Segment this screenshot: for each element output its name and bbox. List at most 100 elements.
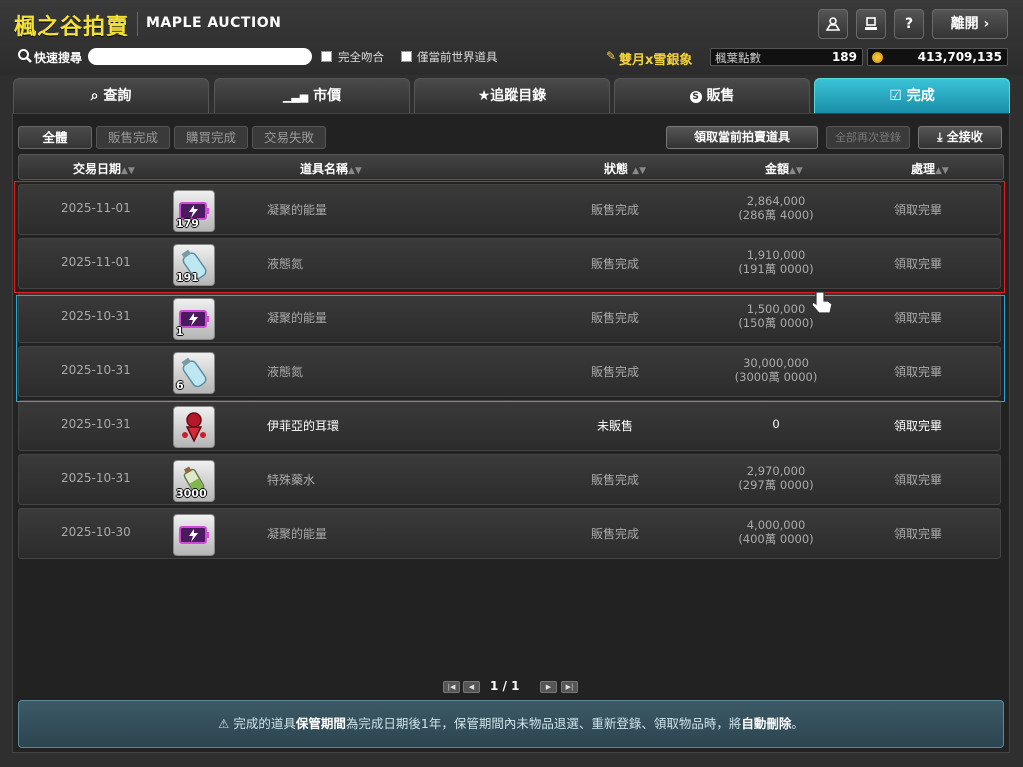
tab-search[interactable]: ⌕ 查詢 [13,78,209,113]
trade-status: 販售完成 [591,527,640,541]
filter-failed[interactable]: 交易失敗 [252,126,326,149]
exit-button[interactable]: 離開 › [932,9,1008,39]
highlight-box-blue [16,295,1005,402]
claim-status: 領取完畢 [894,473,943,487]
mesos-value: 413,709,135 [917,50,1002,64]
trade-status: 販售完成 [591,473,640,487]
current-world-checkbox[interactable] [401,51,412,62]
sort-icon: ▲▼ [121,166,135,176]
column-date[interactable]: 交易日期▲▼ [73,160,135,177]
column-label: 金額 [765,162,790,176]
search-icon: ⌕ [90,88,99,104]
character-button[interactable] [818,9,848,39]
exact-match-checkbox[interactable] [321,51,332,62]
claim-current-button[interactable]: 領取當前拍賣道具 [666,126,818,149]
potion-icon: 3000 [173,460,215,502]
maple-points-box: 楓葉點數 189 [710,48,863,66]
last-page-button[interactable]: ▶| [561,681,578,693]
sort-icon: ▲▼ [789,166,803,176]
tab-label: 查詢 [103,88,132,104]
notice-highlight: 自動刪除 [741,716,792,731]
sort-icon: ▲▼ [348,166,362,176]
download-icon: ⤓ [937,130,943,144]
hand-cursor-icon [811,291,833,314]
claim-status: 領取完畢 [894,527,943,541]
column-item-name[interactable]: 道具名稱▲▼ [300,160,362,177]
sort-icon: ▲▼ [632,166,647,176]
storage-icon [865,17,877,30]
tab-watchlist[interactable]: ★追蹤目錄 [414,78,610,113]
storage-notice: ⚠ 完成的道具保管期間為完成日期後1年，保管期間內未物品退選、重新登錄、領取物品… [18,700,1004,748]
notice-text: 為完成日期後1年，保管期間內未物品退選、重新登錄、領取物品時，將 [345,716,742,731]
amount-breakdown: (400萬 0000) [738,532,814,546]
tab-label: 市價 [313,88,342,104]
title-divider [137,12,138,36]
maple-points-label: 楓葉點數 [715,51,761,65]
character-icon [825,17,841,31]
tab-completed[interactable]: ☑ 完成 [814,78,1010,113]
checkbox-icon: ☑ [889,88,902,104]
claim-all-button[interactable]: ⤓ 全接收 [918,126,1002,149]
amount-value: 4,000,000 [746,518,806,532]
tab-label: 完成 [906,88,935,104]
red-earring-icon [173,406,215,448]
first-page-button[interactable]: |◀ [443,681,460,693]
maple-points-value: 189 [831,50,857,64]
item-quantity: 3000 [176,487,207,500]
table-row[interactable]: 2025-10-31 3000 特殊藥水 販售完成 2,970,000 (297萬… [18,454,1001,505]
mesos-box: 413,709,135 [867,48,1008,66]
search-label: 快速搜尋 [34,51,83,65]
column-status[interactable]: 狀態 ▲▼ [604,160,646,177]
item-name: 特殊藥水 [267,473,316,487]
notice-highlight: 保管期間 [295,716,346,731]
trade-amount: 2,970,000 (297萬 0000) [716,464,836,492]
coin-icon: S [689,91,702,103]
amount-breakdown: (297萬 0000) [738,478,814,492]
exit-label: 離開 [950,16,979,32]
table-header: 交易日期▲▼ 道具名稱▲▼ 狀態 ▲▼ 金額▲▼ 處理▲▼ [18,154,1004,180]
column-action[interactable]: 處理▲▼ [911,160,949,177]
tab-market-price[interactable]: ▁▃▅ 市價 [214,78,410,113]
storage-button[interactable] [856,9,886,39]
claim-status: 領取完畢 [894,419,943,433]
filter-sold[interactable]: 販售完成 [96,126,170,149]
column-label: 道具名稱 [300,162,349,176]
amount-value: 2,970,000 [746,464,806,478]
star-icon: ★ [477,88,491,104]
sort-icon: ▲▼ [935,166,949,176]
filter-all[interactable]: 全體 [18,126,92,149]
table-row[interactable]: 2025-10-31 伊菲亞的耳環 未販售 0 領取完畢 [18,400,1001,451]
tab-label: 販售 [706,88,735,104]
column-label: 狀態 [604,162,629,176]
amount-value: 0 [772,417,780,431]
search-input[interactable] [88,48,312,65]
character-name: 雙月x雪銀象 [619,53,693,68]
character-badge-icon: ✎ [606,49,617,63]
exact-match-label: 完全吻合 [338,50,384,64]
trade-date: 2025-10-30 [61,525,131,539]
claim-all-label: 全接收 [946,130,983,144]
app-subtitle: MAPLE AUCTION [146,15,282,31]
warning-icon: ⚠ [218,716,230,731]
column-label: 交易日期 [73,162,122,176]
page-indicator: 1 / 1 [490,679,520,693]
trade-amount: 0 [716,417,836,431]
item-name: 凝聚的能量 [267,527,328,541]
app-title: 楓之谷拍賣 [14,15,130,40]
meso-coin-icon [872,52,883,63]
trade-date: 2025-10-31 [61,417,131,431]
bar-chart-icon: ▁▃▅ [282,90,309,103]
highlight-box-red [14,181,1005,293]
pagination: |◀ ◀ 1 / 1 ▶ ▶| [440,679,580,694]
filter-bought[interactable]: 購買完成 [174,126,248,149]
column-label: 處理 [911,162,936,176]
next-page-button[interactable]: ▶ [540,681,557,693]
notice-text: 完成的道具 [233,716,296,731]
table-row[interactable]: 2025-10-30 凝聚的能量 販售完成 4,000,000 (400萬 000… [18,508,1001,559]
relist-all-button[interactable]: 全部再次登錄 [826,126,910,149]
column-amount[interactable]: 金額▲▼ [765,160,803,177]
prev-page-button[interactable]: ◀ [463,681,480,693]
help-button[interactable]: ? [894,9,924,39]
tab-sell[interactable]: S 販售 [614,78,810,113]
item-name: 伊菲亞的耳環 [267,419,340,433]
